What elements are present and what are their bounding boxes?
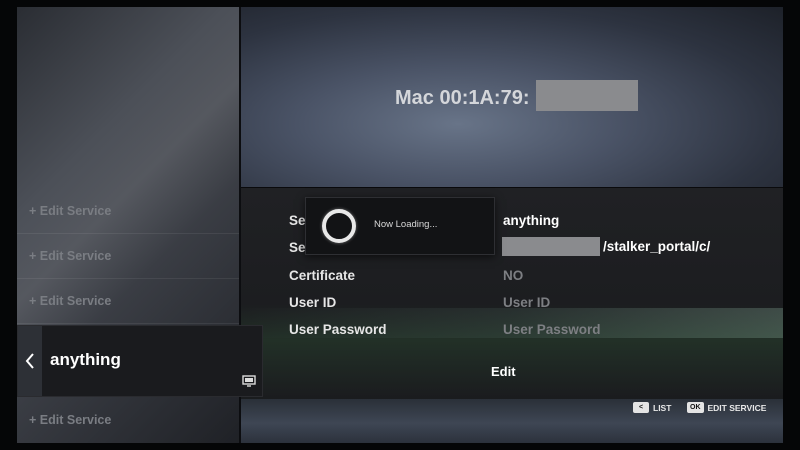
loading-text: Now Loading... [374, 219, 438, 230]
user-id-label: User ID [289, 295, 337, 310]
service-item-label: + Edit Service [29, 204, 112, 218]
server-url-value[interactable]: /stalker_portal/c/ [603, 239, 710, 254]
user-id-field[interactable]: User ID [503, 295, 550, 310]
selected-service-label: anything [50, 350, 121, 369]
server-url-label: Se [289, 240, 306, 255]
back-key-icon: < [633, 402, 649, 413]
user-password-field[interactable]: User Password [503, 322, 601, 337]
service-list-item[interactable]: + Edit Service [17, 189, 240, 234]
service-name-label: Se [289, 213, 306, 228]
service-name-value[interactable]: anything [503, 213, 559, 228]
selected-service-item[interactable]: anything [17, 325, 263, 397]
mac-address-redaction [536, 80, 638, 111]
hint-list-label: LIST [653, 402, 672, 413]
service-list-item[interactable]: + Edit Service [17, 279, 240, 324]
server-url-redaction [502, 237, 600, 256]
ok-key-icon: OK [687, 402, 704, 413]
monitor-icon [242, 374, 256, 392]
hint-list: < LIST [633, 402, 671, 413]
device-header: Mac 00:1A:79: [241, 7, 783, 187]
chevron-left-icon[interactable] [18, 326, 42, 396]
hint-edit-service: OK EDIT SERVICE [687, 402, 766, 413]
service-item-label: + Edit Service [29, 294, 112, 308]
loading-dialog: Now Loading... [305, 197, 495, 255]
mac-address-label: Mac 00:1A:79: [395, 87, 530, 109]
certificate-value[interactable]: NO [503, 268, 523, 283]
service-list-item[interactable]: + Edit Service [17, 234, 240, 279]
service-item-label: + Edit Service [29, 249, 112, 263]
user-password-label: User Password [289, 322, 387, 337]
service-list-item[interactable]: + Edit Service [17, 398, 240, 442]
tv-screen: + Edit Service + Edit Service + Edit Ser… [17, 7, 783, 443]
edit-button[interactable]: Edit [491, 364, 516, 379]
certificate-label: Certificate [289, 268, 356, 283]
hint-edit-service-label: EDIT SERVICE [707, 402, 767, 413]
loading-spinner-icon [322, 209, 356, 243]
service-item-label: + Edit Service [29, 413, 112, 427]
